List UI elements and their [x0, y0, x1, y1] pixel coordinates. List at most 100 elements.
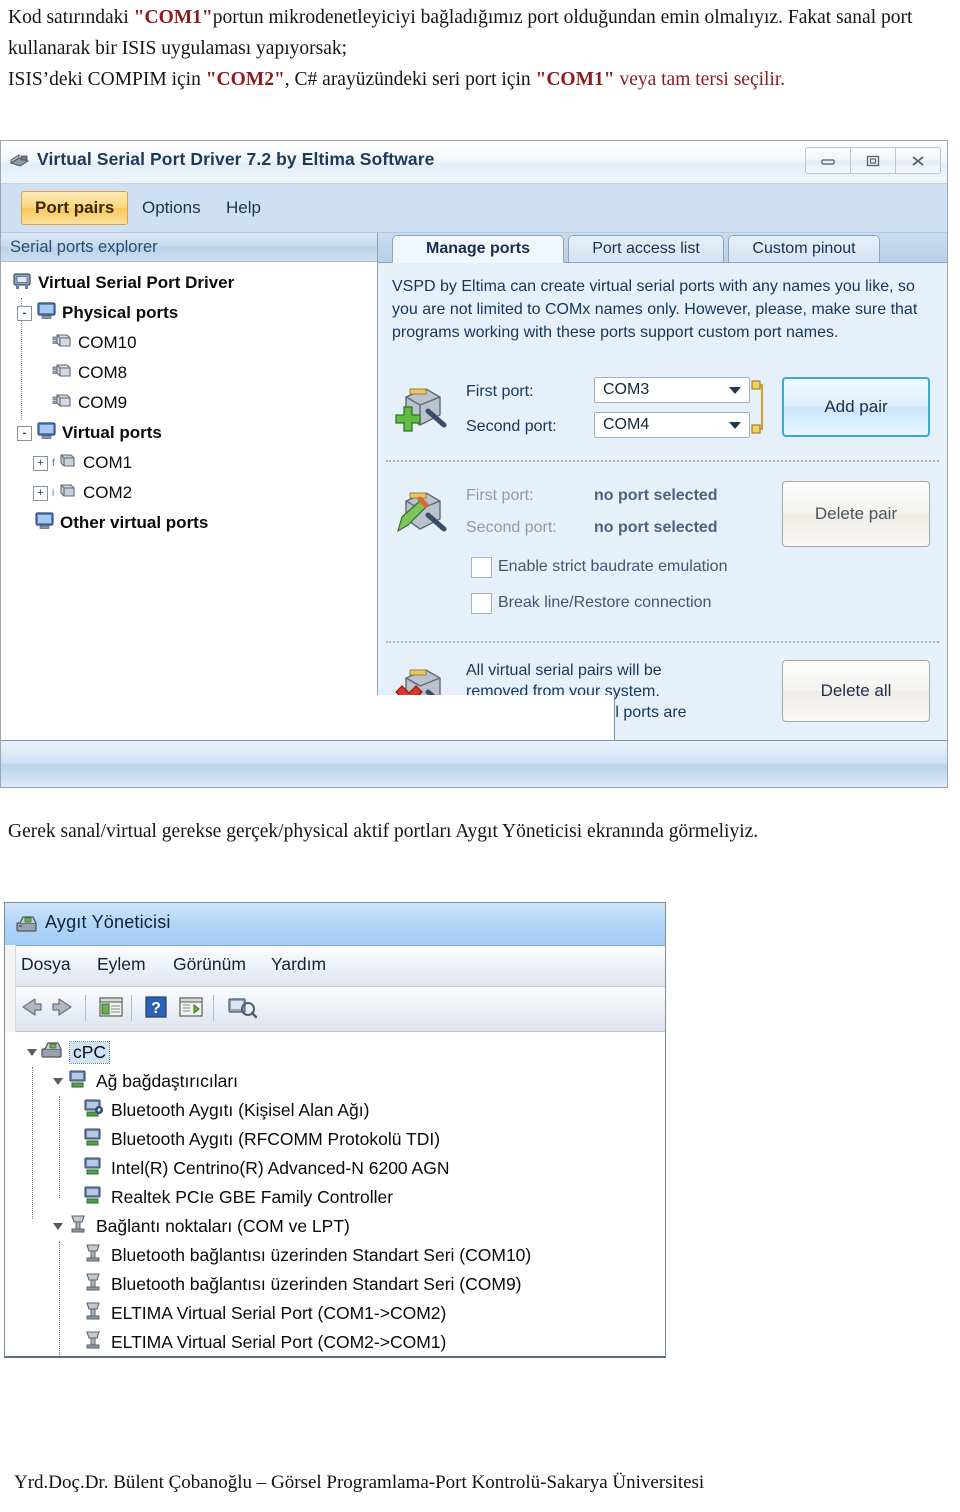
- virtual-port-icon: i: [52, 481, 78, 505]
- minimize-button[interactable]: [805, 147, 851, 174]
- properties-icon[interactable]: [97, 994, 125, 1025]
- dm-item-realtek[interactable]: Realtek PCIe GBE Family Controller: [5, 1183, 665, 1212]
- second-port-select[interactable]: COM4: [594, 412, 750, 438]
- vspd-window-controls: [805, 147, 941, 174]
- device-manager-tree: cPC Ağ bağdaştırıcıları Bluetooth Aygıtı…: [5, 1032, 665, 1358]
- twisty-open-icon[interactable]: [53, 1223, 63, 1230]
- tab-manage-ports[interactable]: Manage ports: [392, 235, 564, 263]
- dm-item-ports[interactable]: Bağlantı noktaları (COM ve LPT): [5, 1212, 665, 1241]
- dm-item-partial: [5, 1357, 665, 1358]
- menu-yardim[interactable]: Yardım: [271, 954, 326, 975]
- dm-item-eltima-com2-com1[interactable]: ELTIMA Virtual Serial Port (COM2->COM1): [5, 1328, 665, 1356]
- dm-item-label: ELTIMA Virtual Serial Port (COM2->COM1): [111, 1332, 447, 1352]
- dm-item-bt-pan[interactable]: Bluetooth Aygıtı (Kişisel Alan Ağı): [5, 1096, 665, 1125]
- menu-help[interactable]: Help: [213, 191, 274, 225]
- expander-collapse-icon[interactable]: -: [17, 425, 32, 441]
- tree-item-physical-ports[interactable]: - Physical ports: [7, 298, 377, 328]
- expander-collapse-icon[interactable]: -: [17, 305, 32, 321]
- device-manager-title: Aygıt Yöneticisi: [45, 912, 171, 932]
- delete-first-port-value: no port selected: [594, 487, 718, 504]
- tree-item-com9[interactable]: COM9: [7, 388, 377, 418]
- tree-item-other-virtual-ports[interactable]: Other virtual ports: [7, 508, 377, 538]
- menu-options-label: Options: [142, 198, 201, 217]
- tree-item-com8[interactable]: COM8: [7, 358, 377, 388]
- serial-port-icon: [9, 152, 31, 170]
- menu-options[interactable]: Options: [129, 191, 214, 225]
- delete-first-port-label: First port:: [466, 487, 534, 504]
- close-button[interactable]: [896, 147, 941, 174]
- tree-item-virtual-ports[interactable]: - Virtual ports: [7, 418, 377, 448]
- pair-link-bracket-icon: [751, 379, 767, 440]
- first-port-value: COM3: [603, 381, 650, 398]
- tree-label: COM1: [83, 453, 133, 472]
- dm-item-network-adapters[interactable]: Ağ bağdaştırıcıları: [5, 1067, 665, 1096]
- vspd-window: Virtual Serial Port Driver 7.2 by Eltima…: [0, 140, 948, 788]
- vspd-title-bar: Virtual Serial Port Driver 7.2 by Eltima…: [1, 141, 947, 184]
- device-manager-menu-bar: Dosya Eylem Görünüm Yardım: [5, 946, 665, 987]
- chevron-down-icon[interactable]: [729, 387, 741, 394]
- twisty-open-icon[interactable]: [27, 1049, 37, 1056]
- status-white-area: [1, 695, 615, 741]
- add-pair-button[interactable]: Add pair: [782, 377, 930, 437]
- help-icon[interactable]: ?: [143, 994, 169, 1025]
- maximize-button[interactable]: [851, 147, 896, 174]
- port-device-icon: [66, 1213, 90, 1240]
- expander-expand-icon[interactable]: +: [33, 455, 48, 471]
- intro-text-4: ISIS’deki COMPIM için: [8, 69, 206, 90]
- delete-second-port-value: no port selected: [594, 519, 718, 536]
- driver-icon: [11, 271, 33, 296]
- dm-item-bt-rfcomm[interactable]: Bluetooth Aygıtı (RFCOMM Protokolü TDI): [5, 1125, 665, 1154]
- tree-item-com10[interactable]: COM10: [7, 328, 377, 358]
- tree-item-driver[interactable]: Virtual Serial Port Driver: [7, 268, 377, 298]
- intro-com2: "COM2": [205, 69, 285, 90]
- tree-item-com2[interactable]: + i COM2: [7, 478, 377, 508]
- menu-dosya[interactable]: Dosya: [21, 954, 71, 975]
- dm-item-label: Bluetooth bağlantısı üzerinden Standart …: [111, 1274, 522, 1294]
- dm-item-bt-serial-com9[interactable]: Bluetooth bağlantısı üzerinden Standart …: [5, 1270, 665, 1299]
- device-manager-toolbar: ?: [5, 987, 665, 1032]
- scan-icon[interactable]: [177, 994, 205, 1025]
- break-line-checkbox[interactable]: [471, 593, 492, 614]
- add-port-pair-icon: [392, 381, 448, 438]
- dm-item-label: Bluetooth Aygıtı (Kişisel Alan Ağı): [111, 1100, 370, 1120]
- expander-expand-icon[interactable]: +: [33, 485, 48, 501]
- tree-item-com1[interactable]: + f COM1: [7, 448, 377, 478]
- tree-label: COM10: [78, 333, 137, 352]
- dm-item-intel-centrino[interactable]: Intel(R) Centrino(R) Advanced-N 6200 AGN: [5, 1154, 665, 1183]
- chevron-down-icon[interactable]: [729, 422, 741, 429]
- serial-ports-explorer: Serial ports explorer Virtual Serial Por…: [1, 233, 378, 738]
- delete-all-button-label: Delete all: [820, 681, 892, 700]
- dm-item-label: cPC: [68, 1041, 111, 1064]
- intro-text-6: veya tam tersi seçilir.: [614, 69, 786, 90]
- delete-pair-button[interactable]: Delete pair: [782, 481, 930, 547]
- update-driver-icon[interactable]: [227, 994, 258, 1025]
- tab-custom-pinout[interactable]: Custom pinout: [728, 235, 880, 262]
- network-device-icon: [81, 1184, 105, 1211]
- vspd-tree: Virtual Serial Port Driver - Physical po…: [1, 262, 377, 538]
- device-manager-icon: [15, 913, 39, 940]
- twisty-open-icon[interactable]: [53, 1078, 63, 1085]
- dm-item-cpc[interactable]: cPC: [5, 1038, 665, 1067]
- edit-port-pair-icon: [392, 485, 448, 542]
- network-device-icon: [81, 1126, 105, 1153]
- vspd-tab-strip: Manage ports Port access list Custom pin…: [378, 233, 947, 263]
- back-icon[interactable]: [17, 994, 45, 1025]
- tree-label: COM2: [83, 483, 133, 502]
- tree-label: Physical ports: [62, 303, 179, 322]
- menu-eylem[interactable]: Eylem: [97, 954, 146, 975]
- menu-gorunum[interactable]: Görünüm: [173, 954, 246, 975]
- strict-baudrate-checkbox[interactable]: [471, 557, 492, 578]
- tab-label: Custom pinout: [752, 240, 856, 257]
- dm-item-eltima-com1-com2[interactable]: ELTIMA Virtual Serial Port (COM1->COM2): [5, 1299, 665, 1328]
- tree-label: Other virtual ports: [60, 513, 209, 532]
- forward-icon[interactable]: [49, 994, 77, 1025]
- add-pair-section: First port: COM3 Second port: COM4 Add p…: [378, 375, 947, 453]
- dm-item-bt-serial-com10[interactable]: Bluetooth bağlantısı üzerinden Standart …: [5, 1241, 665, 1270]
- explorer-header: Serial ports explorer: [1, 233, 377, 262]
- first-port-select[interactable]: COM3: [594, 377, 750, 403]
- second-port-value: COM4: [603, 416, 650, 433]
- intro-com3: "COM1": [535, 69, 615, 90]
- tab-port-access-list[interactable]: Port access list: [568, 235, 724, 262]
- menu-port-pairs[interactable]: Port pairs: [21, 191, 129, 225]
- delete-all-button[interactable]: Delete all: [782, 660, 930, 722]
